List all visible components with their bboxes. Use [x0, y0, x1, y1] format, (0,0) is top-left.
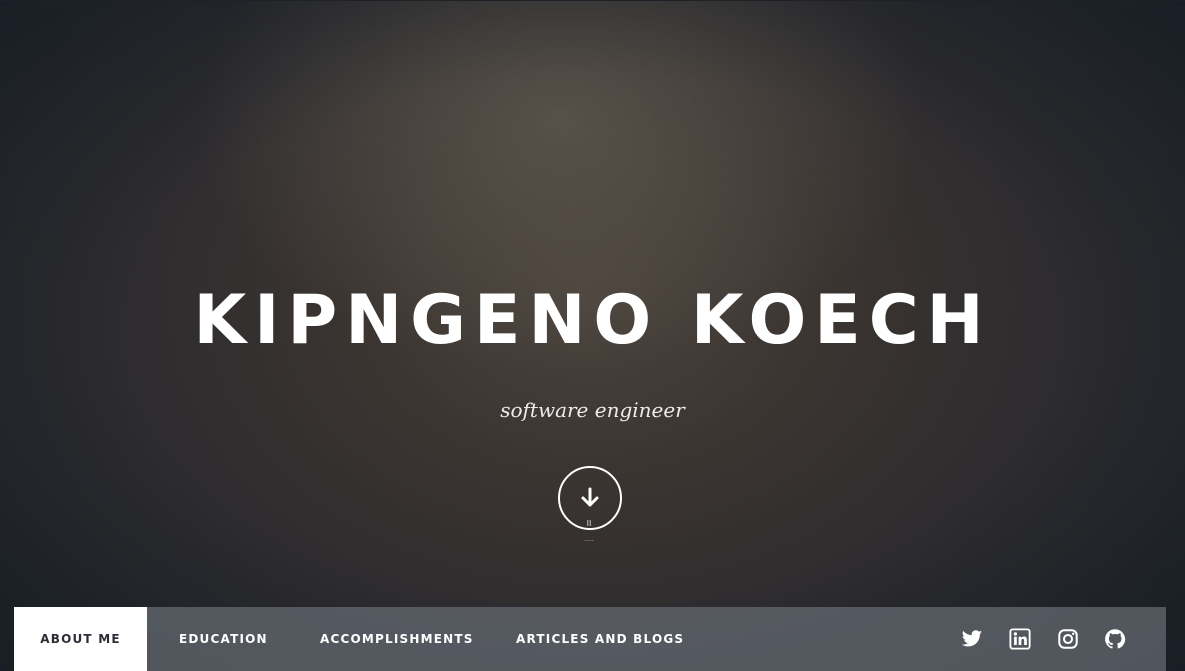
scroll-hint-glyph: II: [586, 519, 592, 528]
nav-item-education[interactable]: EDUCATION: [179, 607, 268, 671]
twitter-icon: [961, 630, 983, 647]
instagram-icon: [1058, 629, 1078, 649]
subtitle: software engineer: [500, 398, 685, 422]
top-divider: [0, 0, 1185, 1]
nav-item-accomplishments[interactable]: ACCOMPLISHMENTS: [320, 607, 474, 671]
nav-item-articles-and-blogs[interactable]: ARTICLES AND BLOGS: [516, 607, 684, 671]
scroll-dots: .....: [584, 536, 594, 543]
twitter-link[interactable]: [961, 628, 983, 650]
page-title: KIPNGENO KOECH: [193, 281, 992, 360]
linkedin-link[interactable]: [1009, 628, 1031, 650]
github-icon: [1105, 629, 1126, 649]
linkedin-icon: [1009, 628, 1031, 650]
arrow-down-icon: [581, 487, 599, 507]
navbar: ABOUT ME EDUCATION ACCOMPLISHMENTS ARTIC…: [14, 607, 1166, 671]
github-link[interactable]: [1104, 628, 1126, 650]
instagram-link[interactable]: [1057, 628, 1079, 650]
hero-section: KIPNGENO KOECH software engineer II ....…: [0, 0, 1185, 671]
nav-item-about-me[interactable]: ABOUT ME: [14, 607, 147, 671]
